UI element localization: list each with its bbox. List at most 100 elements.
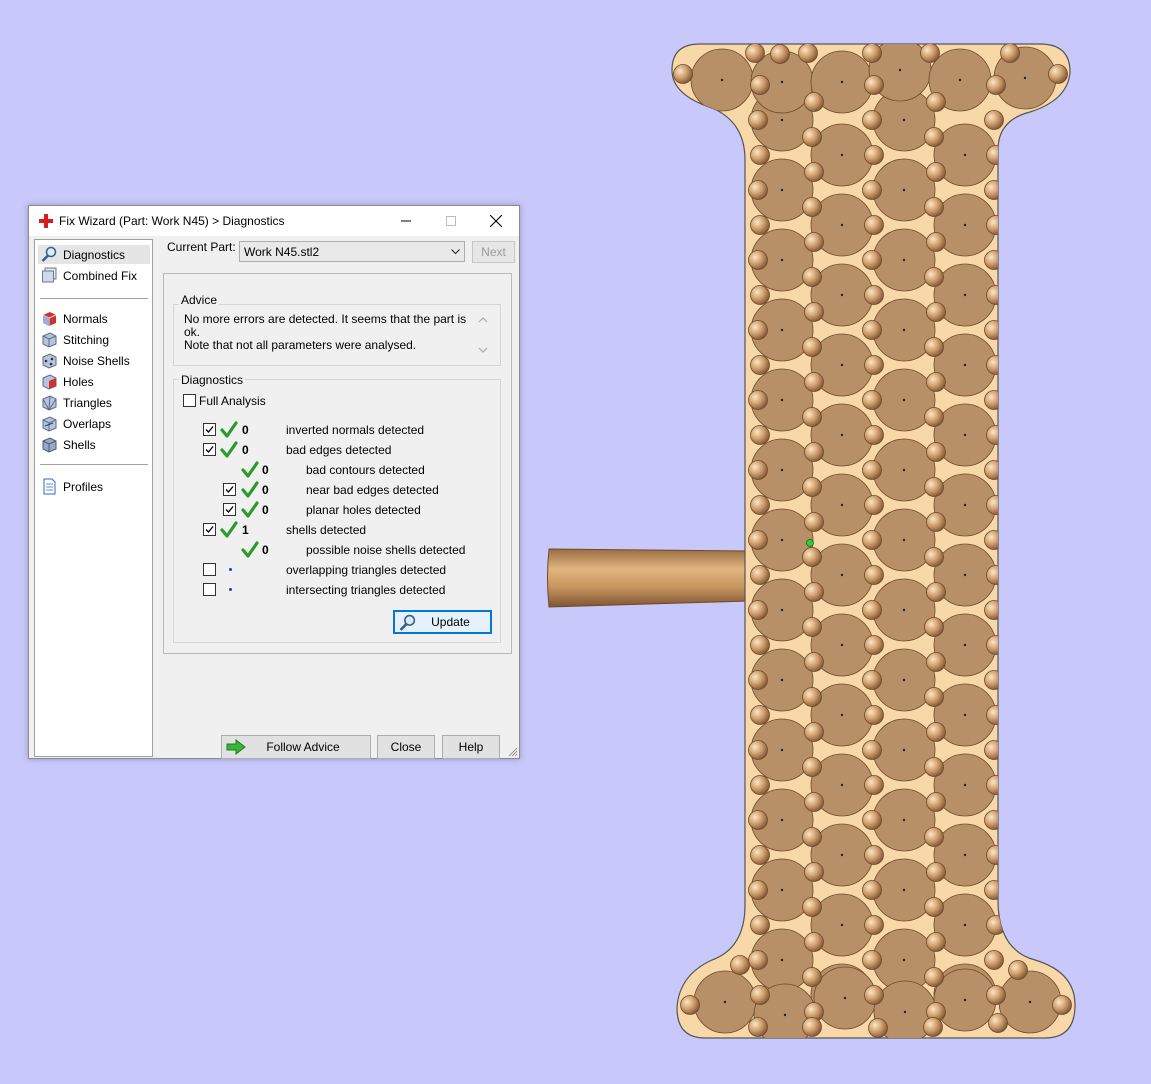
full-analysis-checkbox[interactable]: [183, 394, 196, 407]
count: 0: [262, 503, 269, 517]
title-bar[interactable]: Fix Wizard (Part: Work N45) > Diagnostic…: [29, 206, 519, 236]
disc-center: [723, 1000, 727, 1004]
disc-center: [780, 538, 784, 542]
nav-item-profiles[interactable]: Profiles: [38, 477, 103, 496]
current-part-select[interactable]: Work N45.stl2: [239, 241, 465, 262]
sphere: [804, 862, 824, 882]
disc-center: [963, 433, 967, 437]
maximize-button[interactable]: [428, 206, 473, 236]
sphere: [926, 862, 946, 882]
sphere: [924, 827, 944, 847]
sphere: [926, 652, 946, 672]
nav-item-stitching[interactable]: Stitching: [38, 330, 109, 349]
disc-center: [963, 363, 967, 367]
nav-item-overlaps[interactable]: Overlaps: [38, 414, 111, 433]
disc-center: [783, 1013, 787, 1017]
sphere: [750, 565, 770, 585]
i-beam-part: [671, 43, 1076, 1039]
help-button[interactable]: Help: [442, 735, 500, 759]
sphere: [748, 320, 768, 340]
overlaps-cube-icon: [42, 416, 57, 432]
sphere: [986, 355, 1006, 375]
disc-center: [902, 398, 906, 402]
disc-center: [780, 328, 784, 332]
count: 0: [262, 483, 269, 497]
sphere: [986, 565, 1006, 585]
sphere: [804, 372, 824, 392]
disc-center: [902, 608, 906, 612]
magnifier-icon: [399, 614, 416, 631]
sphere: [804, 792, 824, 812]
sphere: [748, 530, 768, 550]
disc-center: [843, 996, 847, 1000]
count: 0: [242, 423, 249, 437]
minimize-button[interactable]: [383, 206, 428, 236]
planar-holes-checkbox[interactable]: [223, 503, 236, 516]
shells-cube-icon: [42, 437, 57, 453]
update-button[interactable]: Update: [393, 610, 492, 634]
disc-center: [780, 188, 784, 192]
close-button[interactable]: Close: [377, 735, 435, 759]
sphere: [1000, 44, 1020, 63]
disc-center: [902, 258, 906, 262]
close-window-button[interactable]: [473, 206, 518, 236]
sphere: [862, 810, 882, 830]
disc-center: [902, 538, 906, 542]
nav-item-diagnostics[interactable]: Diagnostics: [38, 245, 150, 264]
sphere: [802, 687, 822, 707]
disc-center: [780, 678, 784, 682]
green-arrow-icon: [226, 739, 246, 755]
overlapping-triangles-checkbox[interactable]: [203, 563, 216, 576]
next-button[interactable]: Next: [472, 241, 515, 263]
advice-scrollbar[interactable]: [477, 312, 489, 357]
nav-item-shells[interactable]: Shells: [38, 435, 96, 454]
disc-center: [840, 923, 844, 927]
near-bad-edges-checkbox[interactable]: [223, 483, 236, 496]
intersecting-triangles-checkbox[interactable]: [203, 583, 216, 596]
sphere: [924, 687, 944, 707]
follow-advice-button[interactable]: Follow Advice: [221, 735, 371, 759]
sphere: [750, 635, 770, 655]
sphere: [864, 845, 884, 865]
nav-item-noise-shells[interactable]: Noise Shells: [38, 351, 130, 370]
nav-item-label: Combined Fix: [63, 268, 138, 283]
advice-text: No more errors are detected. It seems th…: [184, 313, 474, 352]
bad-edges-checkbox[interactable]: [203, 443, 216, 456]
sphere: [984, 110, 1004, 130]
inverted-normals-checkbox[interactable]: [203, 423, 216, 436]
resize-grip-icon[interactable]: [508, 747, 518, 757]
sphere: [750, 75, 770, 95]
disc-center: [963, 923, 967, 927]
nav-item-combined-fix[interactable]: Combined Fix: [38, 266, 137, 285]
sphere: [864, 285, 884, 305]
sphere: [1008, 960, 1028, 980]
disc-center: [840, 153, 844, 157]
nav-item-normals[interactable]: Normals: [38, 309, 108, 328]
sphere: [924, 757, 944, 777]
magnifier-icon: [41, 246, 57, 262]
sphere: [750, 355, 770, 375]
pending-dot-icon: [229, 588, 232, 591]
sphere: [926, 302, 946, 322]
nav-item-holes[interactable]: Holes: [38, 372, 94, 391]
sphere: [986, 145, 1006, 165]
sphere: [864, 215, 884, 235]
combined-fix-icon: [42, 267, 57, 283]
disc-center: [902, 468, 906, 472]
sphere: [924, 477, 944, 497]
nav-item-triangles[interactable]: Triangles: [38, 393, 112, 412]
green-check-icon: [220, 421, 238, 438]
sphere: [802, 827, 822, 847]
sphere: [986, 425, 1006, 445]
sphere: [748, 390, 768, 410]
sphere: [1052, 995, 1072, 1015]
nav-divider: [40, 298, 148, 299]
sphere: [864, 355, 884, 375]
nav-item-label: Overlaps: [63, 416, 112, 431]
sphere: [862, 950, 882, 970]
shells-checkbox[interactable]: [203, 523, 216, 536]
green-check-icon: [241, 461, 259, 478]
sphere: [920, 44, 940, 63]
sphere: [804, 162, 824, 182]
sphere: [864, 565, 884, 585]
